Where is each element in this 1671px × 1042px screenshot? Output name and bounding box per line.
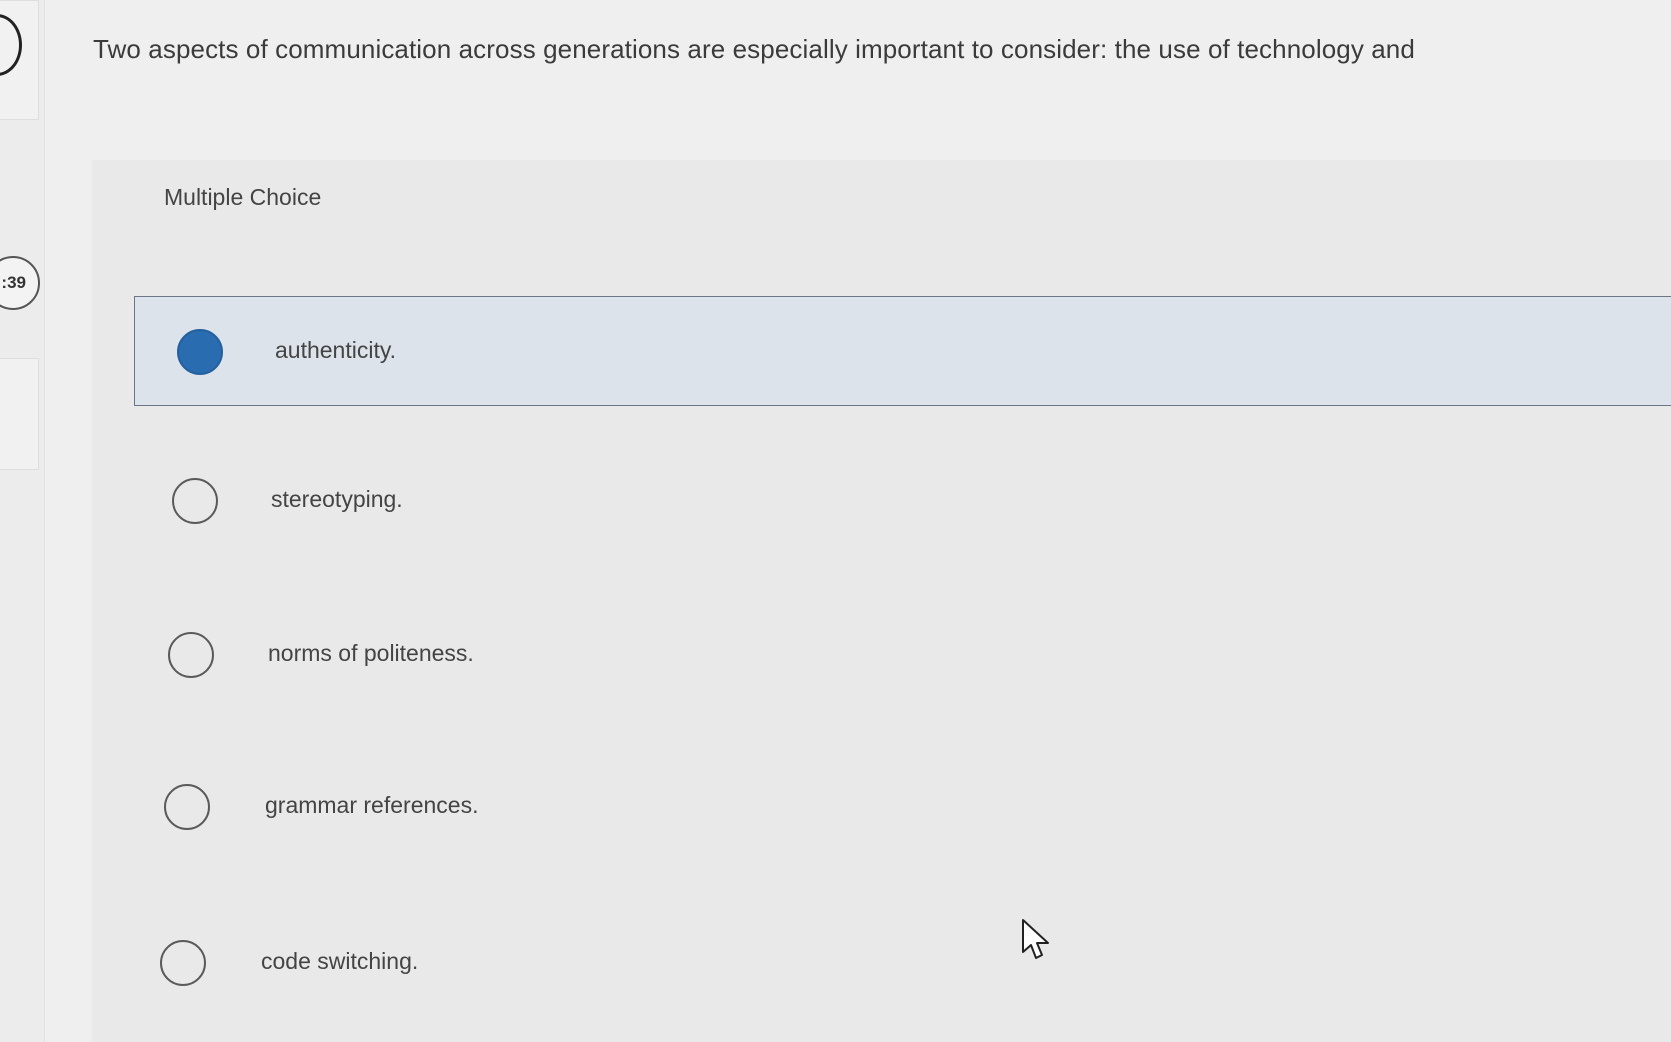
- radio-unselected-icon[interactable]: [164, 784, 210, 830]
- radio-unselected-icon[interactable]: [172, 478, 218, 524]
- question-type-label: Multiple Choice: [164, 184, 322, 210]
- choice-option-5[interactable]: code switching.: [134, 908, 1671, 1018]
- timer-text: :39: [1, 273, 26, 292]
- choice-option-3[interactable]: norms of politeness.: [134, 602, 1671, 712]
- choice-label: stereotyping.: [271, 486, 403, 512]
- gutter-panel-mid: [0, 358, 39, 470]
- choice-label: norms of politeness.: [268, 640, 474, 666]
- radio-unselected-icon[interactable]: [168, 632, 214, 678]
- choice-option-1[interactable]: authenticity.: [134, 296, 1671, 406]
- choice-option-2[interactable]: stereotyping.: [134, 448, 1671, 558]
- mouse-pointer-icon: [1022, 919, 1049, 959]
- choice-option-4[interactable]: grammar references.: [134, 754, 1671, 864]
- choice-label: authenticity.: [275, 337, 397, 363]
- choice-label: code switching.: [261, 948, 419, 974]
- choice-label: grammar references.: [265, 792, 479, 818]
- radio-unselected-icon[interactable]: [160, 940, 206, 986]
- left-gutter: [0, 0, 45, 1042]
- radio-selected-icon[interactable]: [177, 329, 223, 375]
- question-prompt: Two aspects of communication across gene…: [93, 34, 1415, 64]
